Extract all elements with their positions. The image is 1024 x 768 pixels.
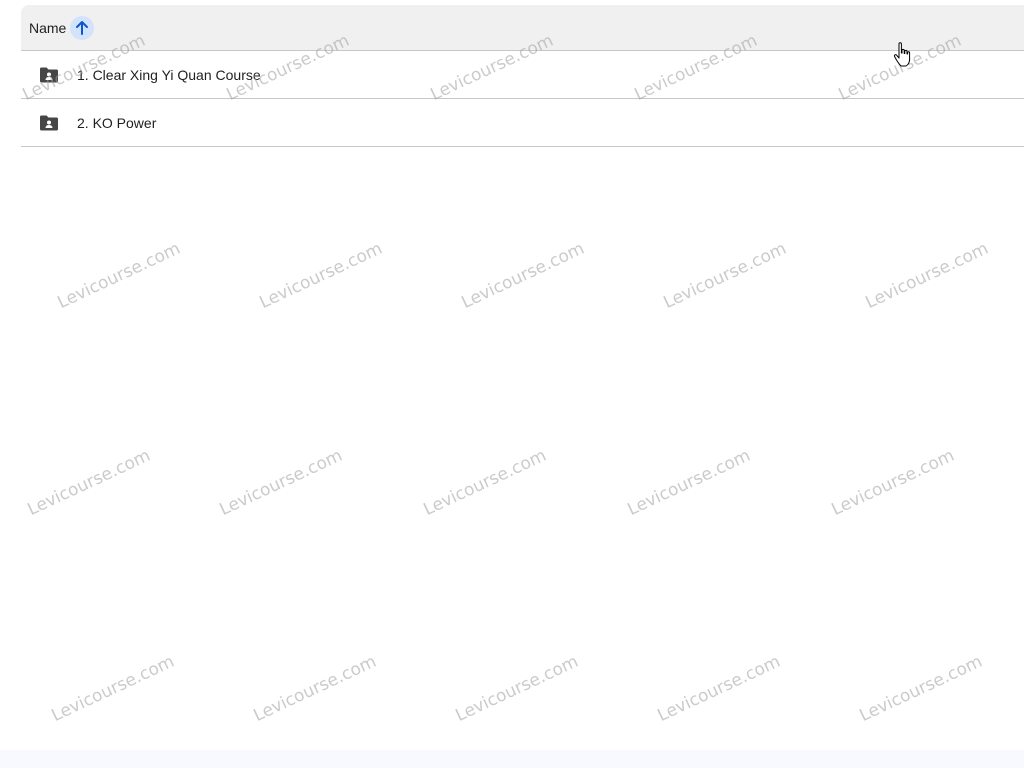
name-column-header[interactable]: Name [29,15,95,40]
watermark: Levicourse.com [660,238,790,313]
list-item[interactable]: 2. KO Power [21,99,1024,147]
watermark: Levicourse.com [828,445,958,520]
watermark: Levicourse.com [654,651,784,726]
name-header-label: Name [29,19,67,36]
arrow-up-icon[interactable] [70,15,95,40]
watermark: Levicourse.com [24,445,154,520]
watermark: Levicourse.com [54,238,184,313]
watermark: Levicourse.com [250,651,380,726]
watermark: Levicourse.com [862,238,992,313]
watermark: Levicourse.com [856,651,986,726]
watermark: Levicourse.com [452,651,582,726]
watermark: Levicourse.com [420,445,550,520]
watermark: Levicourse.com [624,445,754,520]
file-name: 1. Clear Xing Yi Quan Course [77,66,261,83]
file-list: Name 1. Clear Xing Yi Quan Course 2. KO … [21,5,1024,147]
list-item[interactable]: 1. Clear Xing Yi Quan Course [21,51,1024,99]
watermark: Levicourse.com [458,238,588,313]
watermark: Levicourse.com [216,445,346,520]
bottom-strip [0,750,1024,768]
drive-file-list-page: Name 1. Clear Xing Yi Quan Course 2. KO … [0,0,1024,768]
watermark: Levicourse.com [48,651,178,726]
file-name: 2. KO Power [77,114,157,131]
watermark: Levicourse.com [256,238,386,313]
shared-folder-icon [39,65,59,85]
list-header: Name [21,5,1024,51]
shared-folder-icon [39,113,59,133]
